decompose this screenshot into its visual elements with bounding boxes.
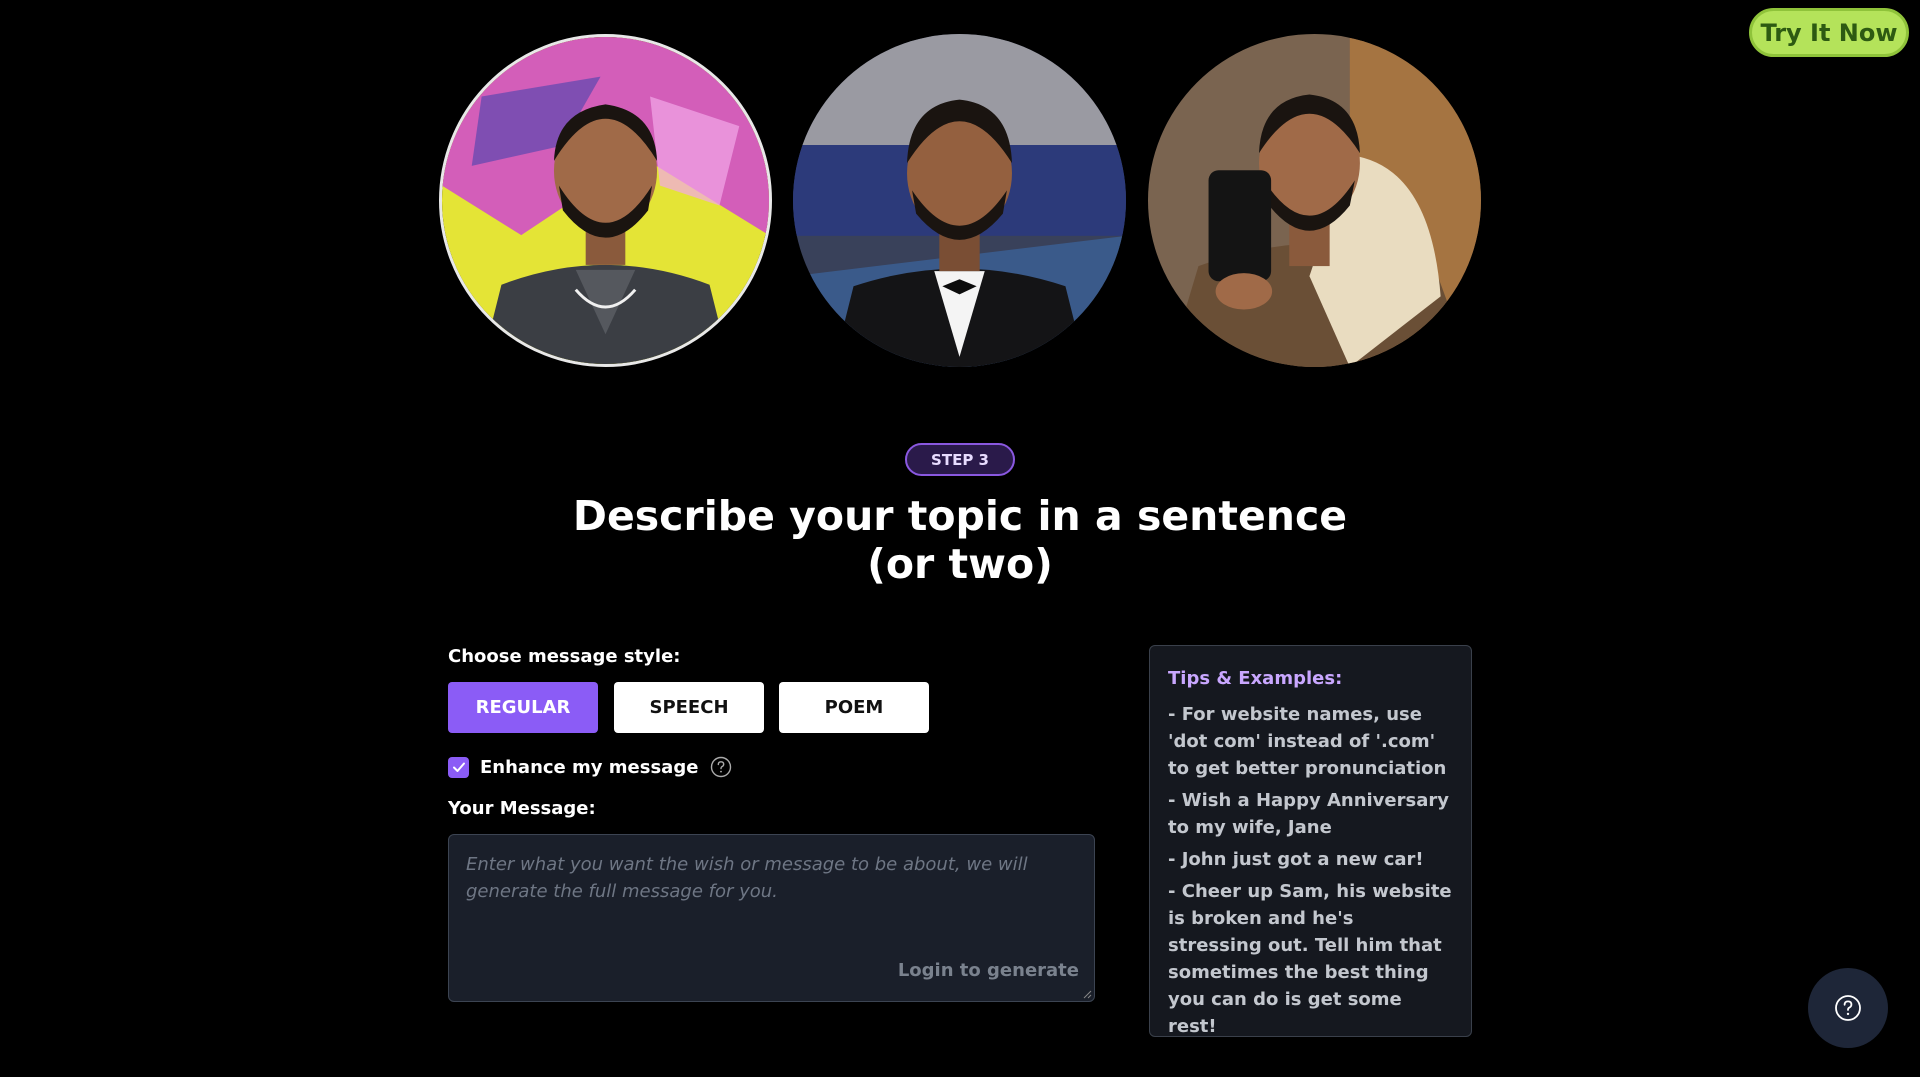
person-portrait-icon [442, 37, 769, 364]
tip-item: - Wish a Happy Anniversary to my wife, J… [1168, 790, 1449, 838]
message-textarea[interactable]: Enter what you want the wish or message … [448, 834, 1095, 1002]
page-title-line1: Describe your topic in a sentence [572, 492, 1348, 540]
enhance-label: Enhance my message [480, 756, 699, 778]
your-message-label: Your Message: [448, 798, 596, 819]
portrait-avatar-2 [793, 34, 1126, 367]
help-icon[interactable] [710, 756, 732, 778]
checkmark-icon [452, 762, 465, 772]
page-title-line2: (or two) [867, 540, 1053, 588]
tips-title: Tips & Examples: [1168, 668, 1343, 689]
login-to-generate-button[interactable]: Login to generate [898, 960, 1079, 981]
help-chat-button[interactable] [1808, 968, 1888, 1048]
person-portrait-icon [1148, 34, 1481, 367]
resize-handle-icon[interactable] [1082, 989, 1092, 999]
message-placeholder[interactable]: Enter what you want the wish or message … [466, 851, 1066, 905]
person-portrait-icon [793, 34, 1126, 367]
portrait-avatar-1 [439, 34, 772, 367]
step-badge: STEP 3 [905, 443, 1015, 476]
help-icon [1835, 995, 1861, 1021]
tip-item: - John just got a new car! [1168, 849, 1424, 870]
tips-card: Tips & Examples: - For website names, us… [1149, 645, 1472, 1037]
style-poem-button[interactable]: POEM [779, 682, 929, 733]
enhance-option: Enhance my message [448, 756, 732, 778]
tip-item: - For website names, use 'dot com' inste… [1168, 704, 1447, 779]
style-regular-button[interactable]: REGULAR [448, 682, 598, 733]
page-title: Describe your topic in a sentence (or tw… [560, 492, 1360, 588]
style-speech-button[interactable]: SPEECH [614, 682, 764, 733]
tip-item: - Cheer up Sam, his website is broken an… [1168, 881, 1452, 1037]
try-it-now-button[interactable]: Try It Now [1749, 8, 1909, 57]
portrait-avatar-3 [1148, 34, 1481, 367]
message-style-label: Choose message style: [448, 646, 681, 667]
enhance-checkbox[interactable] [448, 756, 469, 778]
